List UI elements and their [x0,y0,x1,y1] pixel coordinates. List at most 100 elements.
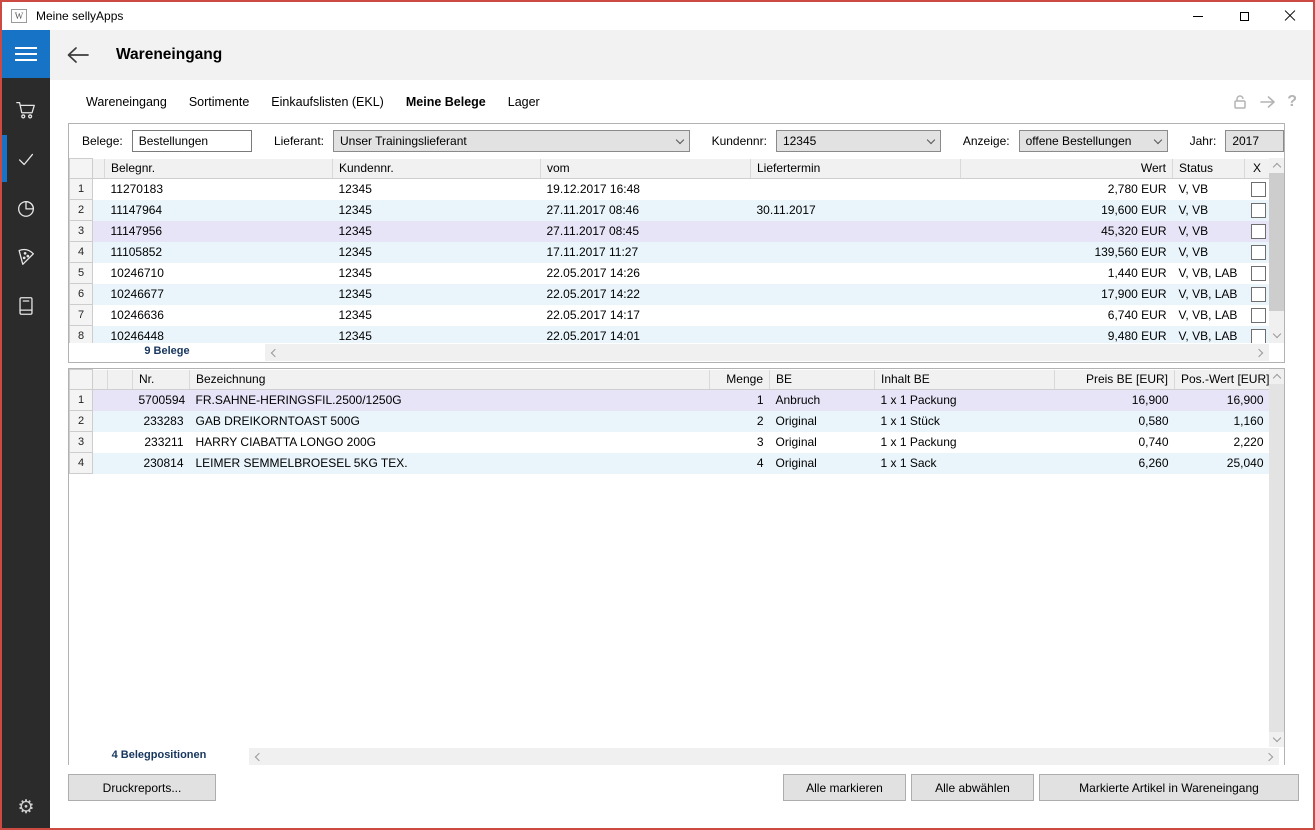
cell-inhalt: 1 x 1 Sack [875,453,1055,474]
scroll-thumb[interactable] [1269,384,1284,732]
maximize-button[interactable] [1221,2,1267,30]
column-header[interactable]: Belegnr. [105,159,333,179]
row-number: 4 [70,453,93,474]
column-header[interactable]: Liefertermin [751,159,961,179]
orders-row[interactable]: 6102466771234522.05.2017 14:2217,900 EUR… [70,284,1270,305]
tab-wareneingang[interactable]: Wareneingang [86,95,167,109]
unlock-icon[interactable] [1231,93,1249,111]
cell-wert: 1,440 EUR [961,263,1173,284]
position-row[interactable]: 3233211HARRY CIABATTA LONGO 200G3Origina… [70,432,1270,453]
column-header[interactable]: BE [770,370,875,390]
menu-button[interactable] [2,30,50,78]
druckreports-button[interactable]: Druckreports... [68,774,216,801]
content: Wareneingang WareneingangSortimenteEinka… [50,30,1313,828]
position-row[interactable]: 15700594FR.SAHNE-HERINGSFIL.2500/1250G1A… [70,390,1270,411]
cell-vom: 22.05.2017 14:17 [541,305,751,326]
forward-arrow-icon[interactable] [1259,94,1277,110]
sidebar-item-check[interactable] [2,135,50,182]
tab-meine-belege[interactable]: Meine Belege [406,95,486,109]
cell-nr: 5700594 [133,390,190,411]
column-header[interactable]: Wert [961,159,1173,179]
spacer-cell [93,326,105,344]
spacer-header [93,370,108,390]
orders-row[interactable]: 1112701831234519.12.2017 16:482,780 EURV… [70,179,1270,200]
positions-panel: Nr.BezeichnungMengeBEInhalt BEPreis BE [… [68,368,1285,765]
cell-vom: 27.11.2017 08:46 [541,200,751,221]
orders-row[interactable]: 8102464481234522.05.2017 14:019,480 EURV… [70,326,1270,344]
cell-vom: 22.05.2017 14:26 [541,263,751,284]
row-number: 3 [70,432,93,453]
cell-status: V, VB [1173,179,1245,200]
anzeige-select[interactable]: offene Bestellungen [1019,130,1168,152]
column-header[interactable]: Inhalt BE [875,370,1055,390]
hamburger-icon [15,47,37,49]
position-row[interactable]: 4230814LEIMER SEMMELBROESEL 5KG TEX.4Ori… [70,453,1270,474]
column-header[interactable]: Nr. [133,370,190,390]
column-header[interactable]: vom [541,159,751,179]
cell-vom: 27.11.2017 08:45 [541,221,751,242]
orders-row[interactable]: 7102466361234522.05.2017 14:176,740 EURV… [70,305,1270,326]
row-checkbox[interactable] [1251,287,1266,302]
belege-input[interactable]: Bestellungen [132,130,252,152]
tab-sortimente[interactable]: Sortimente [189,95,249,109]
close-button[interactable] [1267,2,1313,30]
spacer-header [93,159,105,179]
column-header[interactable]: Status [1173,159,1245,179]
gear-icon: ⚙ [17,796,34,819]
spacer-cell [108,411,133,432]
book-icon [15,295,37,317]
scroll-left-icon [271,348,279,356]
cell-inhalt: 1 x 1 Packung [875,390,1055,411]
scroll-up-icon [1272,374,1280,382]
cell-status: V, VB [1173,221,1245,242]
row-checkbox[interactable] [1251,266,1266,281]
anzeige-label: Anzeige: [963,134,1010,148]
orders-row[interactable]: 5102467101234522.05.2017 14:261,440 EURV… [70,263,1270,284]
row-checkbox[interactable] [1251,203,1266,218]
column-header[interactable]: Kundennr. [333,159,541,179]
alle-abwaehlen-button[interactable]: Alle abwählen [911,774,1034,801]
column-header[interactable]: X [1245,159,1270,179]
spacer-cell [108,432,133,453]
row-number: 1 [70,179,93,200]
settings-button[interactable]: ⚙ [2,790,50,824]
cell-wert: 45,320 EUR [961,221,1173,242]
back-button[interactable] [66,46,90,64]
orders-vscrollbar[interactable] [1269,158,1284,343]
jahr-input[interactable]: 2017 [1225,130,1284,152]
cell-liefertermin [751,242,961,263]
tab-einkaufslisten-ekl[interactable]: Einkaufslisten (EKL) [271,95,384,109]
scroll-thumb[interactable] [1269,173,1284,311]
row-checkbox[interactable] [1251,224,1266,239]
orders-hscrollbar[interactable] [265,344,1269,361]
cell-nr: 233211 [133,432,190,453]
cell-bezeichnung: GAB DREIKORNTOAST 500G [190,411,710,432]
orders-row[interactable]: 4111058521234517.11.2017 11:27139,560 EU… [70,242,1270,263]
row-checkbox[interactable] [1251,245,1266,260]
row-checkbox[interactable] [1251,182,1266,197]
minimize-button[interactable] [1175,2,1221,30]
orders-row[interactable]: 3111479561234527.11.2017 08:4545,320 EUR… [70,221,1270,242]
row-number: 6 [70,284,93,305]
row-checkbox[interactable] [1251,329,1266,343]
markierte-artikel-button[interactable]: Markierte Artikel in Wareneingang [1039,774,1299,801]
kundennr-select[interactable]: 12345 [776,130,941,152]
positions-vscrollbar[interactable] [1269,369,1284,747]
sidebar-item-cart[interactable] [2,86,50,133]
sidebar-item-pie[interactable] [2,184,50,231]
position-row[interactable]: 2233283GAB DREIKORNTOAST 500G2Original1 … [70,411,1270,432]
column-header[interactable]: Preis BE [EUR] [1055,370,1175,390]
lieferant-select[interactable]: Unser Trainingslieferant [333,130,690,152]
orders-row[interactable]: 2111479641234527.11.2017 08:4630.11.2017… [70,200,1270,221]
column-header[interactable]: Menge [710,370,770,390]
column-header[interactable]: Bezeichnung [190,370,710,390]
row-checkbox[interactable] [1251,308,1266,323]
tab-lager[interactable]: Lager [508,95,540,109]
sidebar-item-book[interactable] [2,282,50,329]
positions-hscrollbar[interactable] [249,748,1279,765]
row-number-header [70,370,93,390]
sidebar-item-pizza[interactable] [2,233,50,280]
alle-markieren-button[interactable]: Alle markieren [783,774,906,801]
column-header[interactable]: Pos.-Wert [EUR] [1175,370,1270,390]
help-icon[interactable]: ? [1287,94,1297,110]
